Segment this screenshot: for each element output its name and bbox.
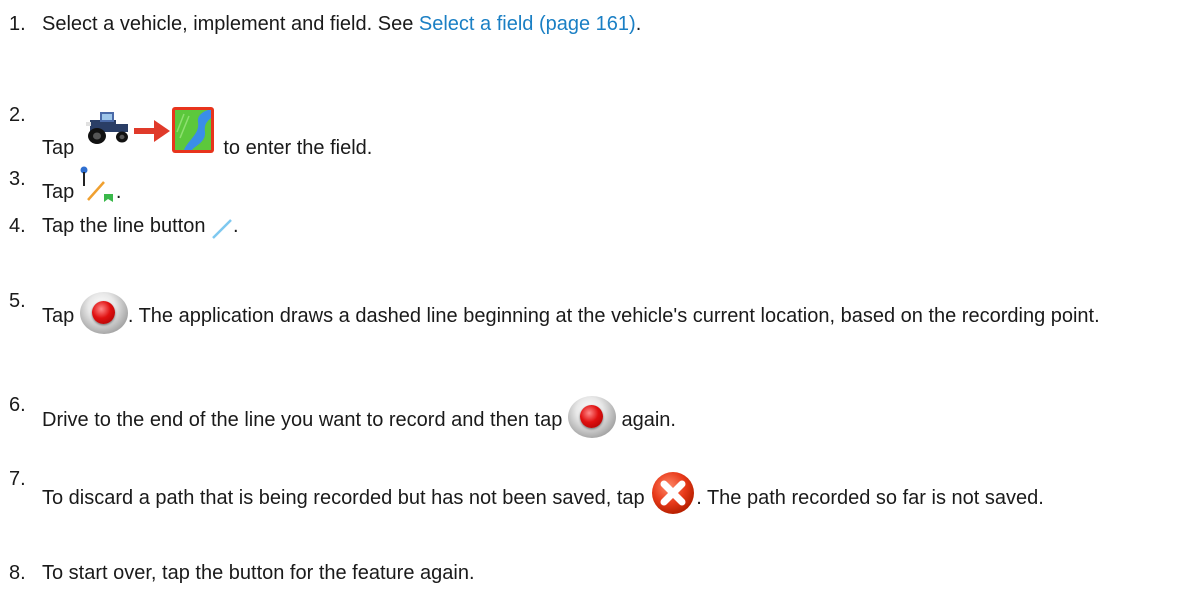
step-text: To start over, tap the button for the fe… — [42, 560, 1172, 587]
vehicle-to-field-icon — [80, 102, 218, 162]
step-text: To discard a path that is being recorded… — [42, 466, 1172, 514]
step-text-part: . — [115, 181, 122, 203]
discard-icon — [650, 470, 696, 516]
step-text-part: Tap — [42, 137, 80, 159]
step-number: 6. — [9, 394, 26, 416]
step-number: 2. — [9, 104, 26, 126]
guidance-line-icon — [80, 166, 116, 206]
step-number: 5. — [9, 290, 26, 312]
step-text-part: Select a vehicle, implement and field. S… — [42, 13, 419, 35]
step-text-part: . — [635, 13, 642, 35]
step-text: Drive to the end of the line you want to… — [42, 392, 1172, 438]
record-icon — [79, 292, 128, 334]
step-text-part: To discard a path that is being recorded… — [42, 487, 651, 509]
step-text-part: . The path recorded so far is not saved. — [696, 487, 1044, 509]
step-text-part: Tap — [42, 305, 80, 327]
instructions-page: 1. Select a vehicle, implement and field… — [0, 0, 1188, 595]
step-text-part: To start over, tap the button for the fe… — [42, 562, 475, 584]
step-number: 7. — [9, 468, 26, 490]
step-text-part: . — [233, 215, 239, 237]
select-field-link[interactable]: Select a field (page 161) — [419, 13, 636, 35]
step-text: Select a vehicle, implement and field. S… — [42, 11, 1172, 38]
step-text-part: Tap the line button — [42, 215, 212, 237]
step-number: 3. — [9, 168, 26, 190]
step-number: 8. — [9, 562, 26, 584]
step-text: Tap . — [42, 166, 1172, 206]
record-icon — [567, 396, 616, 438]
step-number: 4. — [9, 215, 26, 237]
step-text-part: again. — [615, 409, 676, 431]
step-text: Tap the line button . — [42, 213, 1172, 240]
step-text-part: Tap — [42, 181, 80, 203]
step-text-part: Drive to the end of the line you want to… — [42, 409, 568, 431]
step-text: Tap to enter the field. — [42, 102, 1172, 162]
step-text-part: to enter the field. — [217, 137, 373, 159]
line-icon — [211, 216, 233, 240]
step-number: 1. — [9, 13, 26, 35]
step-text-part: . The application draws a dashed line be… — [127, 305, 1100, 327]
step-text: Tap . The application draws a dashed lin… — [42, 288, 1172, 334]
